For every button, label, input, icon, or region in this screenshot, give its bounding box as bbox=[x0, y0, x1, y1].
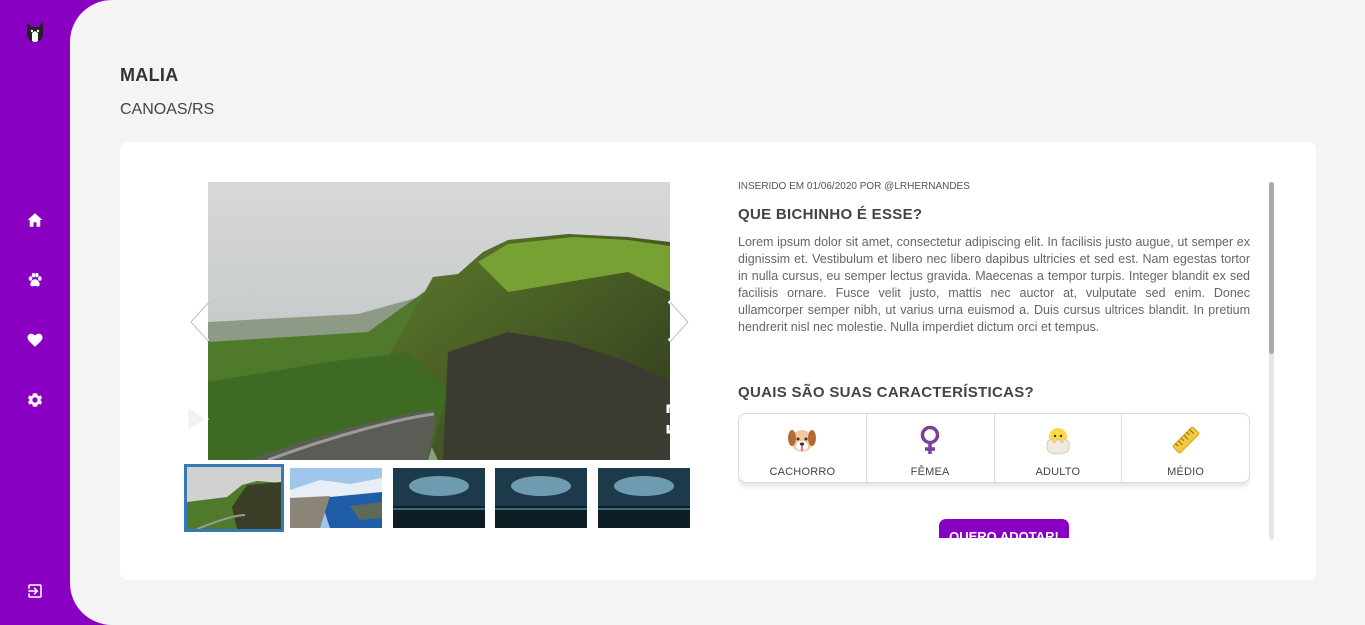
chick-icon bbox=[1042, 424, 1074, 460]
gallery-prev-button[interactable] bbox=[186, 299, 212, 343]
main-content: MALIA CANOAS/RS INSERIDO EM 01/06/2020 P… bbox=[70, 0, 1365, 625]
sidebar bbox=[0, 0, 70, 625]
pet-card: INSERIDO EM 01/06/2020 POR @LRHERNANDES … bbox=[120, 142, 1316, 580]
gallery-thumbnail[interactable] bbox=[290, 468, 382, 528]
gallery-main-image[interactable] bbox=[208, 182, 670, 460]
trait-label: FÊMEA bbox=[910, 466, 950, 478]
trait-label: ADULTO bbox=[1035, 466, 1081, 478]
section-title-traits: QUAIS SÃO SUAS CARACTERÍSTICAS? bbox=[738, 384, 1034, 401]
scrollbar-thumb[interactable] bbox=[1269, 182, 1274, 354]
section-title-about: QUE BICHINHO É ESSE? bbox=[738, 206, 923, 223]
gallery-fullscreen-button[interactable] bbox=[665, 403, 697, 435]
trait-species: CACHORRO bbox=[739, 414, 867, 482]
dog-icon bbox=[786, 424, 818, 460]
heart-icon[interactable] bbox=[24, 329, 46, 351]
logout-icon[interactable] bbox=[24, 580, 46, 602]
gallery-play-button[interactable] bbox=[184, 403, 210, 435]
gallery-thumbnail[interactable] bbox=[495, 468, 587, 528]
pet-info-panel: INSERIDO EM 01/06/2020 POR @LRHERNANDES … bbox=[738, 180, 1250, 538]
trait-sex: FÊMEA bbox=[867, 414, 995, 482]
gallery-next-button[interactable] bbox=[665, 299, 691, 343]
cat-logo-icon[interactable] bbox=[23, 20, 47, 44]
adopt-button[interactable]: QUERO ADOTAR! bbox=[939, 519, 1069, 538]
gallery-thumbnail[interactable] bbox=[184, 464, 284, 532]
gear-icon[interactable] bbox=[24, 389, 46, 411]
pet-location: CANOAS/RS bbox=[120, 101, 215, 118]
post-meta: INSERIDO EM 01/06/2020 POR @LRHERNANDES bbox=[738, 181, 970, 192]
paw-icon[interactable] bbox=[24, 269, 46, 291]
home-icon[interactable] bbox=[24, 209, 46, 231]
gallery-thumbnail[interactable] bbox=[393, 468, 485, 528]
female-icon bbox=[914, 424, 946, 460]
trait-label: CACHORRO bbox=[769, 466, 836, 478]
pet-name: MALIA bbox=[120, 65, 179, 85]
trait-label: MÉDIO bbox=[1167, 466, 1205, 478]
trait-size: MÉDIO bbox=[1122, 414, 1249, 482]
pet-description: Lorem ipsum dolor sit amet, consectetur … bbox=[738, 235, 1250, 334]
info-scrollbar[interactable] bbox=[1269, 182, 1274, 540]
traits-list: CACHORRO FÊMEA ADULTO MÉDIO bbox=[738, 413, 1250, 483]
gallery-thumbnail[interactable] bbox=[598, 468, 690, 528]
trait-age: ADULTO bbox=[995, 414, 1123, 482]
ruler-icon bbox=[1170, 424, 1202, 460]
